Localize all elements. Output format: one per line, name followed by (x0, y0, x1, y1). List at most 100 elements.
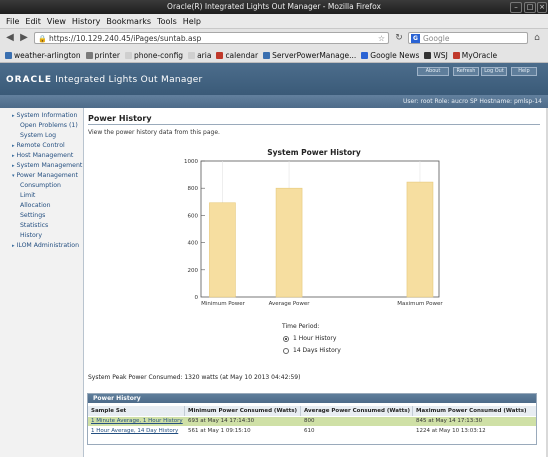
sidebar-item-system-information[interactable]: ▸ System Information (12, 112, 77, 119)
bookmark-item[interactable]: calendar (216, 51, 258, 60)
sample-set-link[interactable]: 1 Minute Average, 1 Hour History (91, 418, 183, 424)
sidebar-item-system-management[interactable]: ▸ System Management (12, 162, 82, 169)
bookmark-item[interactable]: aria (188, 51, 211, 60)
sidebar-item-label: Power Management (16, 172, 78, 179)
bookmark-item[interactable]: phone-config (124, 50, 184, 60)
bar (209, 202, 236, 298)
table-cell: 1224 at May 10 13:03:12 (416, 428, 486, 434)
sidebar-item-system-log[interactable]: System Log (20, 132, 56, 139)
menu-bookmarks[interactable]: Bookmarks (106, 17, 151, 26)
bookmark-label: calendar (225, 50, 259, 60)
collapsed-arrow-icon[interactable]: ▸ (12, 153, 15, 159)
collapsed-arrow-icon[interactable]: ▸ (12, 163, 15, 169)
bar (406, 181, 434, 298)
title-divider (88, 124, 540, 125)
bookmark-item[interactable]: WSJ (424, 51, 448, 60)
collapsed-arrow-icon[interactable]: ▸ (12, 243, 15, 249)
search-input[interactable]: G Google (408, 32, 528, 44)
menu-file[interactable]: File (6, 17, 19, 26)
sidebar-item-power-management[interactable]: ▾ Power Management (12, 172, 78, 179)
menu-tools[interactable]: Tools (157, 17, 177, 26)
y-tick-label: 400 (188, 241, 199, 247)
bookmark-star-icon[interactable]: ☆ (378, 33, 385, 45)
radio-14-days[interactable] (283, 348, 289, 354)
reload-icon[interactable]: ↻ (392, 32, 406, 44)
refresh-button[interactable]: Refresh (453, 67, 479, 76)
menu-history[interactable]: History (72, 17, 100, 26)
bookmark-favicon-icon (124, 51, 132, 59)
sidebar-item-limit[interactable]: Limit (20, 192, 35, 199)
collapsed-arrow-icon[interactable]: ▸ (12, 143, 15, 149)
chart-canvas: 02004006008001000WattsMinimum PowerAvera… (184, 159, 443, 307)
bookmark-label: phone-config (133, 50, 184, 60)
sidebar-item-host-management[interactable]: ▸ Host Management (12, 152, 73, 159)
oracle-logo: ORACLE Integrated Lights Out Manager (6, 75, 203, 85)
sidebar-item-open-problems-1[interactable]: Open Problems (1) (20, 122, 78, 129)
sidebar: ▸ System Information Open Problems (1) Syst… (0, 108, 84, 457)
maximize-icon[interactable]: □ (524, 2, 536, 13)
about-button[interactable]: About (417, 67, 449, 76)
bookmark-favicon-icon (85, 51, 93, 59)
menu-edit[interactable]: Edit (25, 17, 41, 26)
radio-1-hour[interactable] (283, 336, 289, 342)
page-description: View the power history data from this pa… (88, 129, 220, 136)
bookmark-item[interactable]: MyOracle (452, 51, 497, 60)
sidebar-item-label: Settings (20, 212, 46, 219)
forward-icon[interactable]: ▶ (17, 32, 31, 44)
sidebar-item-consumption[interactable]: Consumption (20, 182, 61, 189)
bookmark-label: printer (94, 50, 120, 60)
sidebar-item-statistics[interactable]: Statistics (20, 222, 48, 229)
sidebar-item-label: System Management (16, 162, 83, 169)
logout-button[interactable]: Log Out (481, 67, 507, 76)
bookmark-item[interactable]: printer (85, 50, 120, 60)
radio-1-hour-label: 1 Hour History (293, 335, 337, 342)
table-cell: 845 at May 14 17:13:30 (413, 417, 536, 426)
help-button[interactable]: Help (511, 67, 537, 76)
sidebar-item-label: Open Problems (1) (20, 122, 78, 129)
brand-name: ORACLE (6, 75, 53, 85)
sidebar-item-label: History (20, 232, 43, 239)
plot-area (200, 160, 440, 298)
lock-icon: 🔒 (38, 35, 47, 43)
table-cell: 561 at May 1 09:15:10 (188, 428, 251, 434)
menu-help[interactable]: Help (183, 17, 201, 26)
bar (275, 187, 303, 298)
url-field[interactable]: 🔒 https://10.129.240.45/iPages/suntab.as… (34, 32, 389, 44)
url-text: https://10.129.240.45/iPages/suntab.asp (49, 34, 202, 43)
sidebar-item-label: Limit (20, 192, 36, 199)
x-tick-label: Maximum Power (397, 301, 443, 307)
minimize-icon[interactable]: – (510, 2, 522, 13)
sidebar-item-allocation[interactable]: Allocation (20, 202, 51, 209)
back-icon[interactable]: ◀ (3, 32, 17, 44)
sidebar-item-ilom-administration[interactable]: ▸ ILOM Administration (12, 242, 79, 249)
column-header-maximum: Maximum Power Consumed (Watts) (413, 406, 536, 416)
table-cell[interactable]: 1 Hour Average, 14 Day History (88, 427, 185, 436)
search-placeholder: Google (423, 34, 450, 43)
column-header-minimum: Minimum Power Consumed (Watts) (185, 406, 301, 416)
sidebar-item-label: Host Management (16, 152, 74, 159)
table-cell[interactable]: 1 Minute Average, 1 Hour History (88, 417, 185, 426)
sidebar-item-remote-control[interactable]: ▸ Remote Control (12, 142, 65, 149)
expanded-arrow-icon[interactable]: ▾ (12, 173, 15, 179)
home-icon[interactable]: ⌂ (530, 32, 544, 44)
bookmark-favicon-icon (216, 51, 224, 59)
collapsed-arrow-icon[interactable]: ▸ (12, 113, 15, 119)
radio-14-days-label: 14 Days History (293, 347, 341, 354)
menu-view[interactable]: View (47, 17, 66, 26)
bookmark-label: weather-arlington (14, 50, 81, 60)
bookmark-favicon-icon (361, 51, 369, 59)
y-tick-label: 1000 (184, 159, 198, 165)
google-icon: G (411, 34, 420, 43)
sidebar-item-settings[interactable]: Settings (20, 212, 45, 219)
bookmark-item[interactable]: Google News (361, 51, 419, 60)
table-cell: 800 (301, 417, 413, 426)
close-icon[interactable]: × (537, 2, 547, 13)
sidebar-item-history[interactable]: History (20, 232, 42, 239)
bookmark-favicon-icon (5, 51, 12, 59)
bookmark-item[interactable]: weather-arlington (5, 51, 81, 60)
sidebar-item-label: Consumption (20, 182, 61, 189)
sidebar-item-label: System Information (16, 112, 78, 119)
sample-set-link[interactable]: 1 Hour Average, 14 Day History (91, 428, 178, 434)
bookmark-favicon-icon (424, 51, 432, 59)
bookmark-item[interactable]: ServerPowerManage... (263, 51, 356, 60)
